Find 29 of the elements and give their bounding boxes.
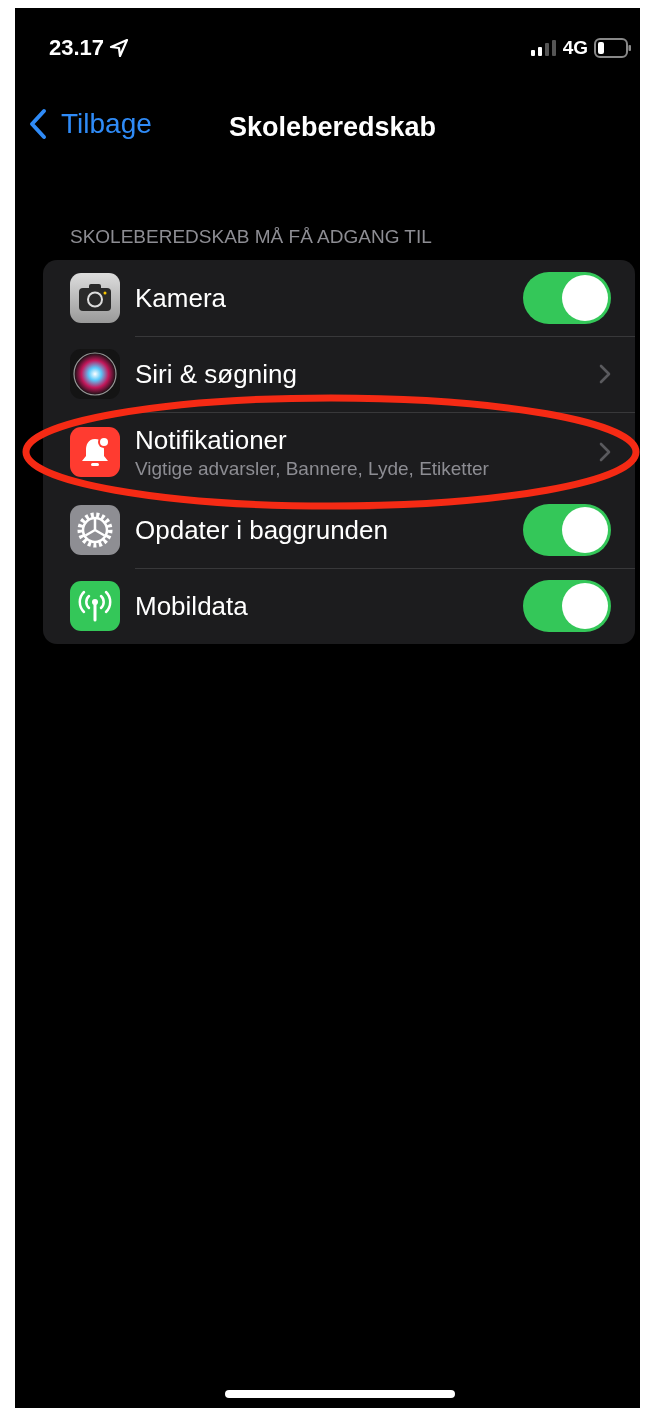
camera-icon (70, 273, 120, 323)
section-header: SKOLEBEREDSKAB MÅ FÅ ADGANG TIL (70, 226, 433, 248)
settings-row[interactable]: Siri & søgning (43, 336, 635, 412)
row-label: Opdater i baggrunden (135, 514, 389, 546)
toggle-switch[interactable] (523, 272, 611, 324)
settings-row[interactable]: Opdater i baggrunden (43, 492, 635, 568)
page-title: Skoleberedskab (229, 112, 437, 143)
row-subtitle: Vigtige advarsler, Bannere, Lyde, Etiketter (135, 457, 490, 480)
row-label: Mobildata (135, 590, 249, 622)
row-label: Siri & søgning (135, 358, 298, 390)
status-time: 23.17 (49, 35, 105, 61)
siri-orb-icon (70, 349, 120, 399)
toggle-switch[interactable] (523, 580, 611, 632)
gear-icon (70, 505, 120, 555)
chevron-icon (599, 364, 611, 384)
settings-row[interactable]: Kamera (43, 260, 635, 336)
back-chevron-icon (29, 108, 47, 140)
antenna-icon (70, 581, 120, 631)
back-button[interactable]: Tilbage (29, 108, 152, 140)
toggle-switch[interactable] (523, 504, 611, 556)
settings-row[interactable]: Mobildata (43, 568, 635, 644)
row-label: Notifikationer (135, 424, 288, 456)
location-arrow-icon (109, 38, 130, 58)
row-label: Kamera (135, 282, 228, 314)
network-type: 4G (562, 37, 588, 59)
bell-icon (70, 427, 120, 477)
signal-icon (530, 40, 557, 56)
chevron-icon (599, 442, 611, 462)
battery-icon (594, 38, 632, 58)
